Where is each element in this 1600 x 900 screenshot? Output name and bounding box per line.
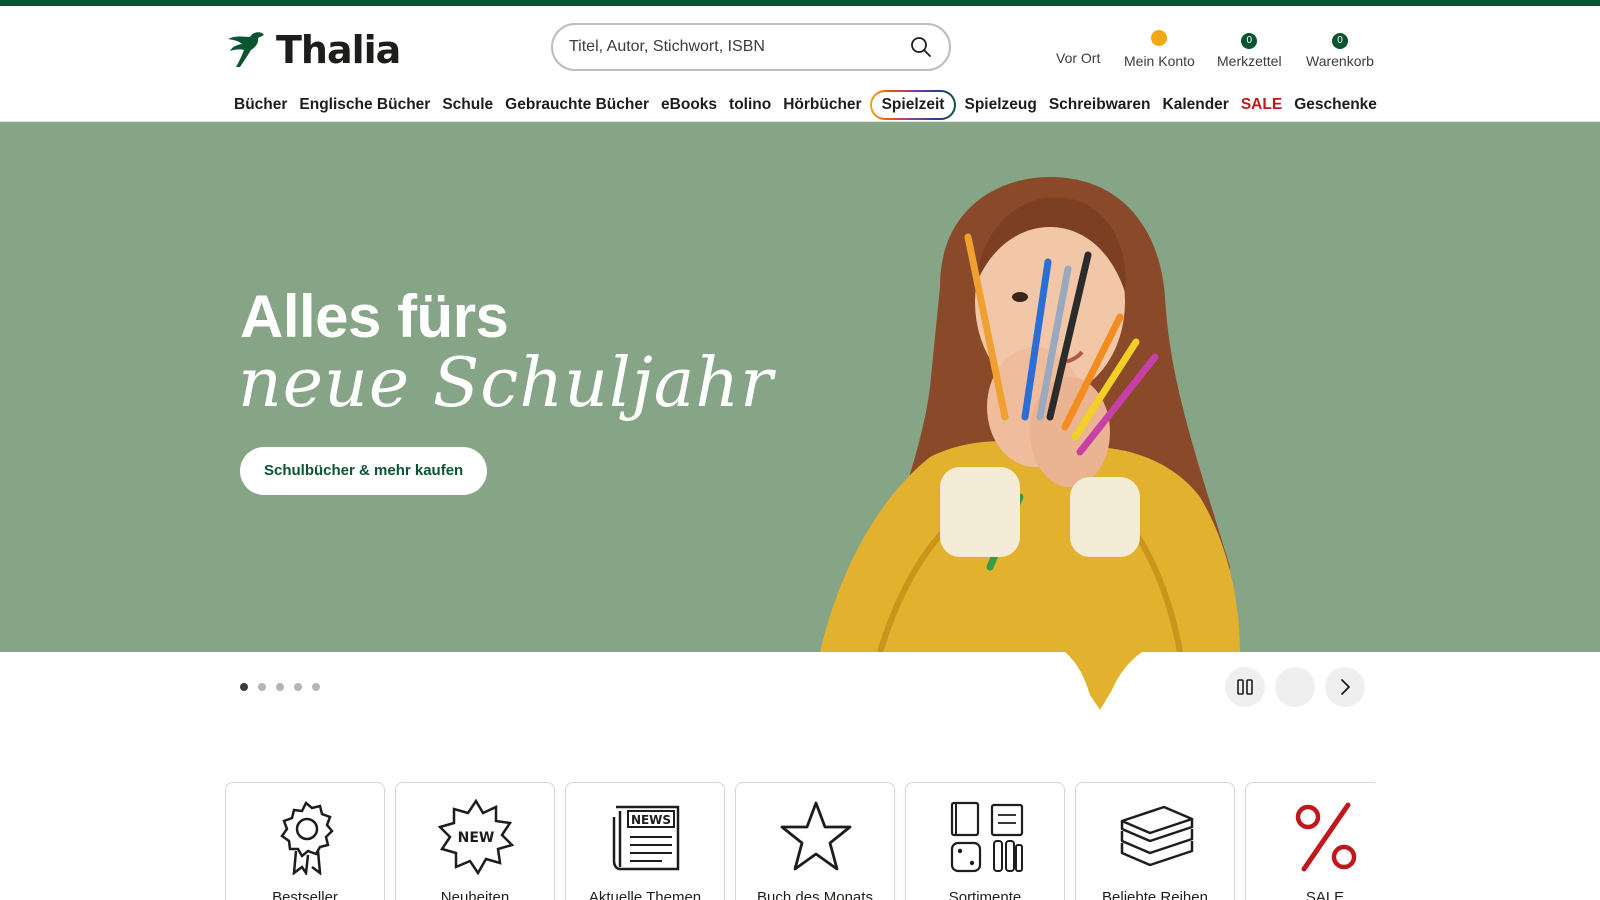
nav-tolino[interactable]: tolino: [723, 90, 777, 120]
nav-spielzeug[interactable]: Spielzeug: [958, 90, 1042, 120]
nav-spielzeit[interactable]: Spielzeit: [870, 90, 957, 120]
tile-sale[interactable]: SALE: [1245, 782, 1375, 900]
category-tiles: Bestseller NEW Neuheiten NEWS Aktuelle T…: [225, 782, 1375, 900]
carousel-dot-3[interactable]: [276, 683, 284, 691]
carousel-pause-button[interactable]: [1225, 667, 1265, 707]
search-input[interactable]: [569, 38, 909, 56]
warenkorb-link[interactable]: 0 Warenkorb: [1306, 30, 1374, 69]
thalia-bird-icon: [228, 32, 264, 67]
star-icon: [780, 801, 852, 871]
merkzettel-link[interactable]: 0 Merkzettel: [1217, 30, 1282, 69]
tile-beliebte-reihen[interactable]: Beliebte Reihen: [1075, 782, 1235, 900]
carousel-indicators: [240, 683, 320, 691]
svg-text:NEWS: NEWS: [631, 813, 671, 827]
carousel-dot-4[interactable]: [294, 683, 302, 691]
assortment-icon: [950, 801, 1024, 873]
hero-title: Alles fürs: [240, 283, 509, 350]
nav-schreibwaren[interactable]: Schreibwaren: [1043, 90, 1157, 120]
warenkorb-count-badge: 0: [1331, 33, 1348, 49]
site-header: Thalia Vor Ort Mein Konto 0 Merkzettel 0…: [0, 6, 1600, 122]
award-ribbon-icon: [280, 801, 334, 875]
book-stack-icon: [1120, 805, 1194, 867]
tile-label: Beliebte Reihen: [1102, 889, 1208, 900]
carousel-next-button[interactable]: [1325, 667, 1365, 707]
tile-label: Neuheiten: [440, 889, 510, 900]
tile-sortimente[interactable]: Sortimente: [905, 782, 1065, 900]
hero-girl-with-pencils-image: [820, 177, 1240, 652]
hero-cta-button[interactable]: Schulbücher & mehr kaufen: [240, 447, 488, 495]
percent-icon: [1295, 802, 1357, 872]
tile-neuheiten[interactable]: NEW Neuheiten: [395, 782, 555, 900]
vor-ort-label: Vor Ort: [1056, 50, 1101, 66]
chevron-right-icon: [1341, 679, 1350, 695]
tile-label: SALE: [1305, 889, 1345, 900]
carousel-dot-5[interactable]: [312, 683, 320, 691]
carousel-dot-2[interactable]: [258, 683, 266, 691]
hero-sweater-overlap: [1030, 640, 1180, 710]
tile-label: Aktuelle Themen: [588, 889, 702, 900]
vor-ort-link[interactable]: Vor Ort: [1056, 30, 1100, 66]
nav-gebrauchte-buecher[interactable]: Gebrauchte Bücher: [499, 90, 655, 120]
merkzettel-count-badge: 0: [1241, 33, 1258, 49]
main-navigation: Bücher Englische Bücher Schule Gebraucht…: [228, 90, 1383, 120]
tile-bestseller[interactable]: Bestseller: [225, 782, 385, 900]
tile-buch-des-monats[interactable]: Buch des Monats: [735, 782, 895, 900]
nav-sale[interactable]: SALE: [1235, 90, 1288, 120]
hero-banner[interactable]: Alles fürs neue Schuljahr Schulbücher & …: [0, 122, 1600, 652]
mein-konto-link[interactable]: Mein Konto: [1124, 30, 1195, 69]
account-status-icon: [1151, 30, 1168, 46]
carousel-dot-1[interactable]: [240, 683, 248, 691]
hero-controls-area: [0, 652, 1600, 752]
search-bar[interactable]: [551, 23, 951, 71]
nav-schule[interactable]: Schule: [436, 90, 499, 120]
svg-text:NEW: NEW: [458, 830, 495, 846]
tile-label: Sortimente: [948, 889, 1022, 900]
logo-text: Thalia: [276, 28, 401, 72]
mein-konto-label: Mein Konto: [1124, 53, 1195, 69]
pause-icon: [1237, 679, 1253, 695]
tile-label: Buch des Monats: [757, 889, 873, 900]
tile-aktuelle-themen[interactable]: NEWS Aktuelle Themen: [565, 782, 725, 900]
new-badge-icon: NEW: [437, 799, 515, 875]
warenkorb-label: Warenkorb: [1306, 53, 1374, 69]
nav-englische-buecher[interactable]: Englische Bücher: [293, 90, 436, 120]
tile-label: Bestseller: [272, 889, 338, 900]
nav-hoerbuecher[interactable]: Hörbücher: [777, 90, 867, 120]
hero-subtitle-script: neue Schuljahr: [238, 344, 774, 423]
nav-ebooks[interactable]: eBooks: [655, 90, 723, 120]
nav-kalender[interactable]: Kalender: [1157, 90, 1235, 120]
thalia-logo[interactable]: Thalia: [224, 26, 401, 74]
newspaper-icon: NEWS: [612, 805, 680, 871]
merkzettel-label: Merkzettel: [1217, 53, 1282, 69]
search-icon[interactable]: [909, 35, 933, 59]
carousel-prev-button[interactable]: [1275, 667, 1315, 707]
nav-geschenke[interactable]: Geschenke: [1288, 90, 1383, 120]
nav-buecher[interactable]: Bücher: [228, 90, 293, 120]
